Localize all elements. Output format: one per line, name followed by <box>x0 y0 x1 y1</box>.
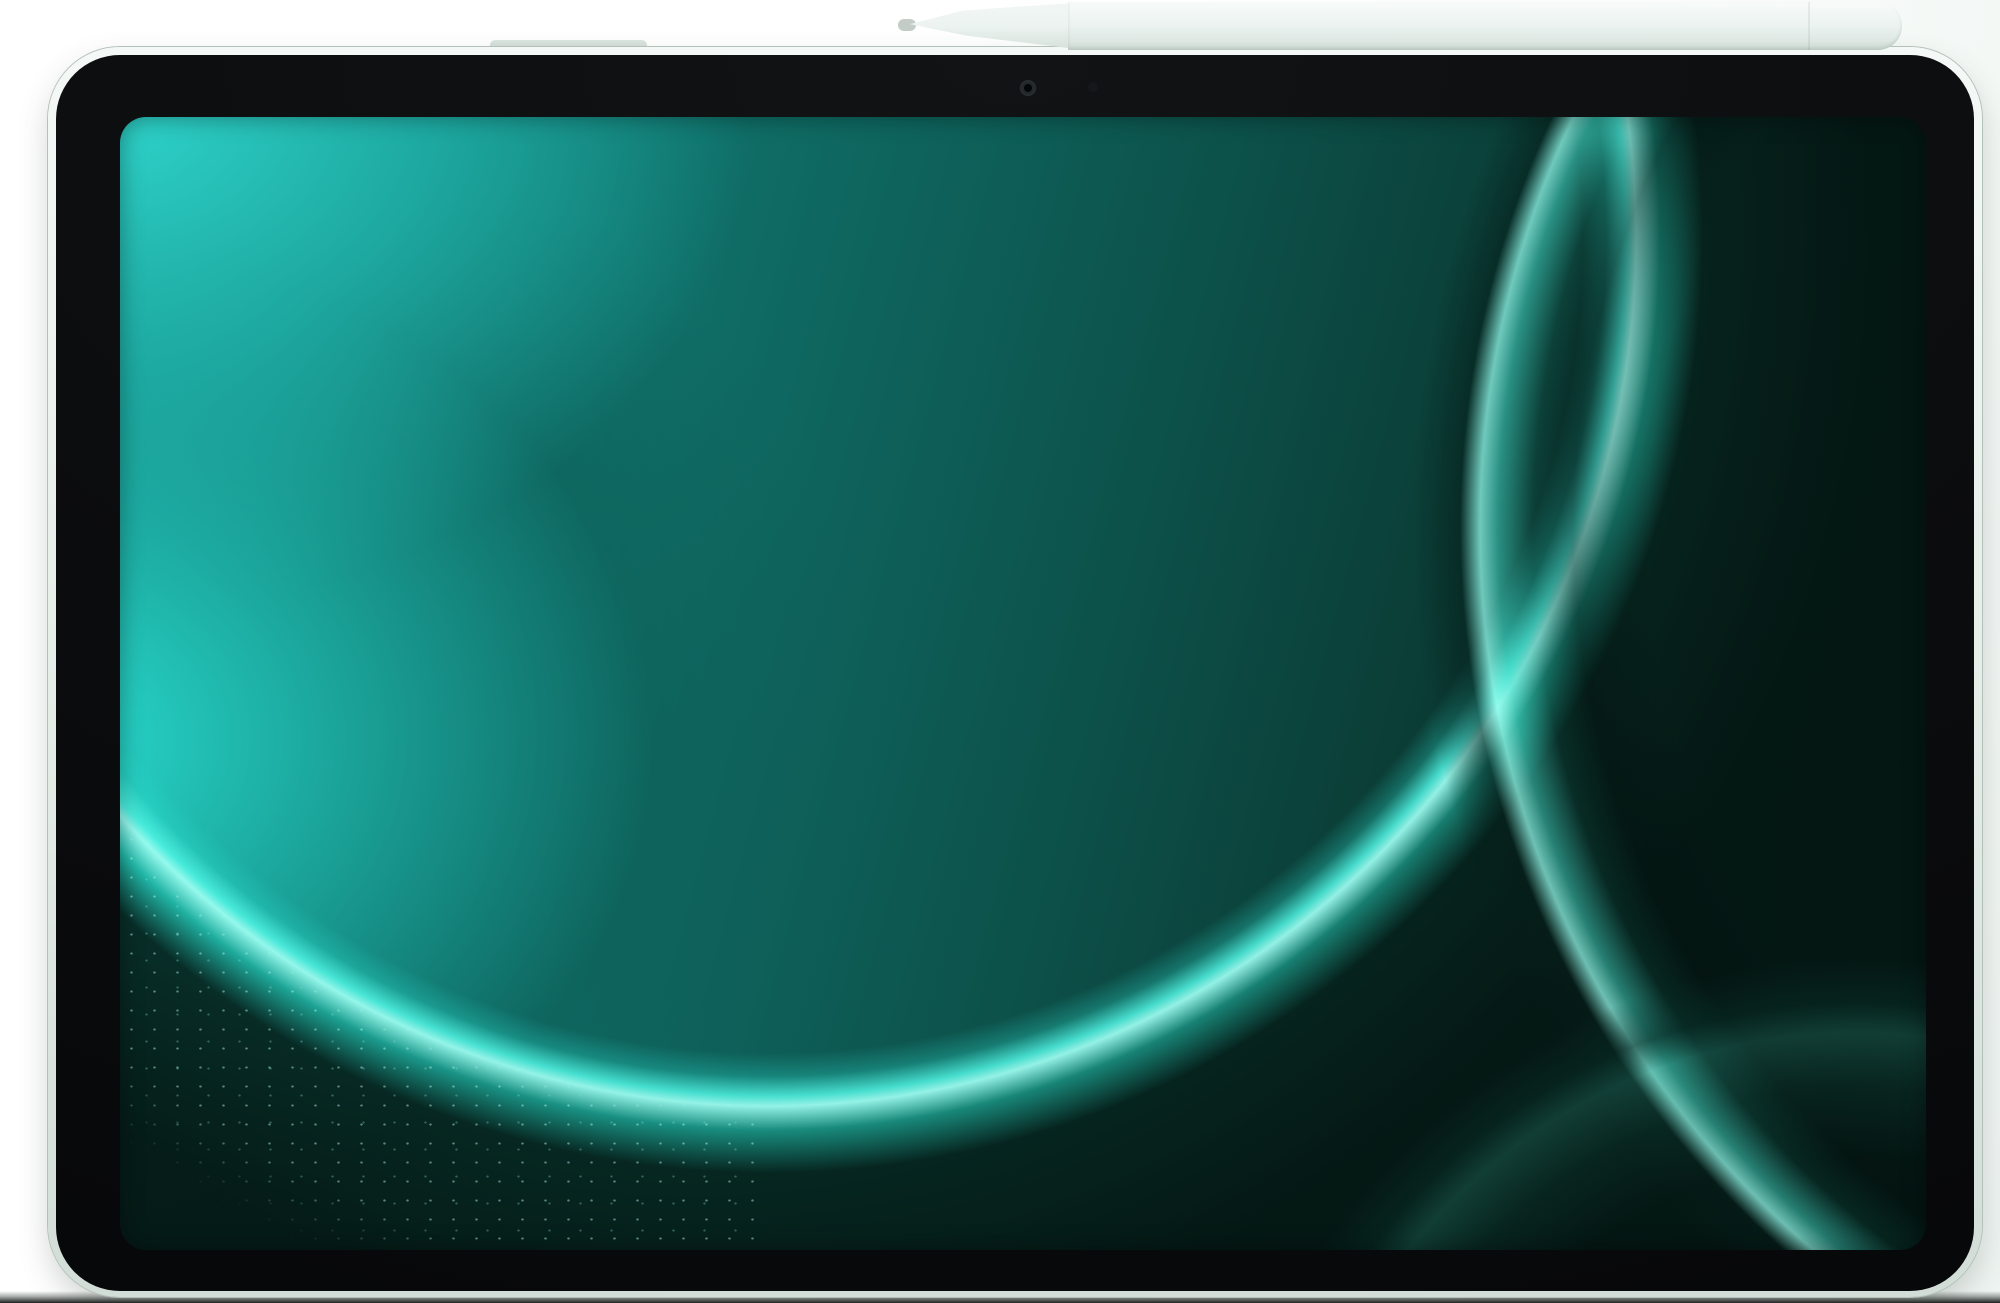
tablet-screen <box>120 117 1926 1250</box>
tablet-device <box>48 47 1982 1297</box>
camera-lens <box>1024 84 1032 92</box>
s-pen-nib <box>898 19 916 31</box>
ambient-light-sensor <box>1088 82 1098 92</box>
s-pen-stylus <box>898 0 1904 52</box>
product-photo-stage <box>0 0 2000 1303</box>
tablet-bezel <box>56 55 1974 1291</box>
s-pen-body <box>1068 2 1902 50</box>
front-camera <box>1020 80 1036 96</box>
s-pen-tip-cone <box>910 2 1085 50</box>
particle-speckles <box>120 697 760 1250</box>
